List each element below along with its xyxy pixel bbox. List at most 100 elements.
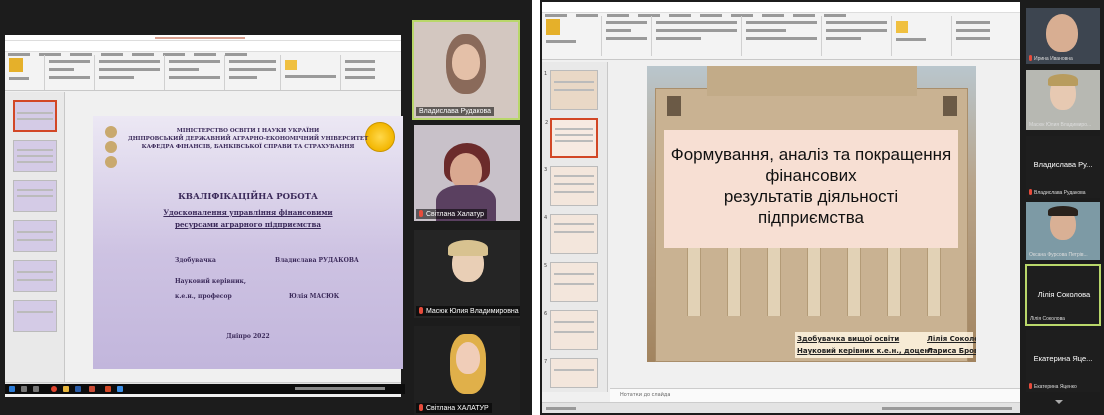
participant-name: Світлана ХАЛАТУР bbox=[426, 405, 489, 412]
participant-display-name: Лілія Соколова bbox=[1037, 290, 1091, 299]
thumbnail-slide-6[interactable]: 6 bbox=[544, 310, 598, 350]
participant-name-tag: Світлана ХАЛАТУР bbox=[416, 403, 492, 413]
participant-name: Масюк Юлия Владимировна bbox=[426, 308, 519, 315]
zoom-icon[interactable] bbox=[117, 386, 123, 392]
status-bar bbox=[542, 402, 1020, 413]
advisor-label: Науковий керівник к.е.н., доцент bbox=[797, 347, 934, 355]
participant-name: Масюк Юлия Владимиро... bbox=[1029, 122, 1092, 128]
right-conference-screenshot: 1 2 3 4 5 6 7 Нотатки до слайда Формуван… bbox=[540, 0, 1104, 415]
participant-tile-r3[interactable]: Владислава Ру... Владислава Рудакова bbox=[1026, 136, 1100, 198]
advisor-label-2: к.е.н., професор bbox=[175, 293, 232, 300]
participant-tile-2[interactable]: Світлана Халатур bbox=[414, 125, 520, 221]
chrome-icon[interactable] bbox=[51, 386, 57, 392]
face bbox=[450, 153, 482, 189]
title-plate: Формування, аналіз та покращення фінансо… bbox=[664, 130, 958, 248]
participant-tile-1[interactable]: Владислава Рудакова bbox=[412, 20, 520, 120]
main-slide-left: МІНІСТЕРСТВО ОСВІТИ І НАУКИ УКРАЇНИ ДНІП… bbox=[93, 116, 403, 369]
participant-name: Екатерина Яценко bbox=[1034, 384, 1077, 390]
thumbnail-slide-2[interactable] bbox=[13, 140, 57, 172]
ppt-ribbon[interactable] bbox=[5, 41, 401, 91]
slide-thumbnails[interactable]: 1 2 3 4 5 6 7 bbox=[542, 62, 608, 392]
notes-pane[interactable]: Нотатки до слайда bbox=[610, 388, 1020, 402]
face bbox=[452, 44, 480, 80]
word-icon[interactable] bbox=[75, 386, 81, 392]
slide-title: КВАЛІФІКАЦІЙНА РОБОТА bbox=[178, 192, 318, 202]
participant-subname: Екатерина Яценко bbox=[1029, 383, 1077, 390]
window bbox=[667, 96, 681, 116]
participant-name: Лілія Соколова bbox=[1030, 316, 1065, 322]
applicant-name: Владислава РУДАКОВА bbox=[275, 257, 359, 264]
thumbnail-slide-4[interactable] bbox=[13, 220, 57, 252]
hair bbox=[1048, 206, 1078, 216]
thumbnail-slide-1[interactable] bbox=[13, 100, 57, 132]
applicant-name: Лілія Соколова bbox=[927, 335, 976, 343]
participant-subname: Ирина Ивановна bbox=[1029, 55, 1073, 62]
thumbnail-slide-7[interactable]: 7 bbox=[544, 358, 598, 388]
thumbnail-slide-6[interactable] bbox=[13, 300, 57, 332]
title-line-1: Формування, аналіз та покращення bbox=[670, 145, 952, 164]
title-line-3: результатів діяльності bbox=[723, 187, 899, 206]
participant-tile-r6[interactable]: Екатерина Яце... Екатерина Яценко bbox=[1026, 330, 1100, 392]
participant-name: Владислава Рудакова bbox=[1034, 190, 1086, 196]
left-conference-screenshot: МІНІСТЕРСТВО ОСВІТИ І НАУКИ УКРАЇНИ ДНІП… bbox=[0, 0, 532, 415]
thumbnail-slide-1[interactable]: 1 bbox=[544, 70, 598, 110]
windows-taskbar[interactable] bbox=[5, 384, 405, 394]
search-icon[interactable] bbox=[21, 386, 27, 392]
applicant-label: Здобувачка bbox=[175, 257, 216, 264]
participant-subname: Оксана Фурсова Петрів... bbox=[1029, 252, 1088, 258]
subtitle-line-2: ресурсами аграрного підприємства bbox=[175, 220, 321, 229]
participant-tile-r4[interactable]: Оксана Фурсова Петрів... bbox=[1026, 202, 1100, 260]
hair bbox=[1048, 74, 1078, 86]
participant-name-tag: Владислава Рудакова bbox=[416, 107, 495, 116]
advisor-name: Лариса Бровко bbox=[927, 347, 976, 355]
tray-icons[interactable] bbox=[295, 387, 385, 390]
mic-muted-icon bbox=[419, 210, 423, 217]
participant-tile-r5[interactable]: Лілія Соколова Лілія Соколова bbox=[1025, 264, 1101, 326]
thumbnail-slide-2[interactable]: 2 bbox=[545, 118, 598, 158]
subtitle-line-1: Удосконалення управління фінансовими bbox=[163, 208, 333, 217]
participant-subname: Масюк Юлия Владимиро... bbox=[1029, 122, 1091, 128]
task-view-icon[interactable] bbox=[33, 386, 39, 392]
participant-name: Ирина Ивановна bbox=[1034, 56, 1073, 62]
thumbnail-slide-3[interactable]: 3 bbox=[544, 166, 598, 206]
powerpoint-icon[interactable] bbox=[105, 386, 111, 392]
participant-name-tag: Масюк Юлия Владимировна bbox=[416, 306, 520, 316]
advisor-label-1: Науковий керівник, bbox=[175, 278, 246, 285]
main-slide-right: Формування, аналіз та покращення фінансо… bbox=[647, 66, 976, 362]
ministry-line-1: МІНІСТЕРСТВО ОСВІТИ І НАУКИ УКРАЇНИ bbox=[176, 128, 320, 134]
roof bbox=[707, 66, 917, 96]
title-line-2: фінансових bbox=[765, 166, 857, 185]
participant-name: Оксана Фурсова Петрів... bbox=[1029, 252, 1088, 258]
participant-display-name: Екатерина Яце... bbox=[1033, 354, 1093, 363]
mic-muted-icon bbox=[1029, 383, 1032, 389]
app-icon[interactable] bbox=[89, 386, 95, 392]
participant-tile-4[interactable]: Світлана ХАЛАТУР bbox=[414, 326, 520, 415]
hair bbox=[448, 240, 488, 256]
advisor-name: Юлія МАСЮК bbox=[289, 293, 340, 300]
participant-subname: Владислава Рудакова bbox=[1029, 189, 1085, 196]
participant-name: Владислава Рудакова bbox=[419, 108, 492, 115]
slide-thumbnails[interactable] bbox=[5, 92, 65, 382]
mic-muted-icon bbox=[419, 404, 423, 411]
thumbnail-slide-5[interactable] bbox=[13, 260, 57, 292]
thumbnail-slide-3[interactable] bbox=[13, 180, 57, 212]
scroll-down-chevron-icon[interactable] bbox=[1055, 400, 1063, 404]
explorer-icon[interactable] bbox=[63, 386, 69, 392]
participant-name: Світлана Халатур bbox=[426, 211, 485, 218]
participant-tile-r2[interactable]: Масюк Юлия Владимиро... bbox=[1026, 70, 1100, 130]
window bbox=[943, 96, 957, 116]
participant-video bbox=[1046, 14, 1078, 52]
participant-tile-r1[interactable]: Ирина Ивановна bbox=[1026, 8, 1100, 64]
thumbnail-slide-4[interactable]: 4 bbox=[544, 214, 598, 254]
thumbnail-slide-5[interactable]: 5 bbox=[544, 262, 598, 302]
ministry-line-2: ДНІПРОВСЬКИЙ ДЕРЖАВНИЙ АГРАРНО-ЕКОНОМІЧН… bbox=[127, 136, 369, 142]
start-icon[interactable] bbox=[9, 386, 15, 392]
mic-muted-icon bbox=[419, 307, 423, 314]
mic-muted-icon bbox=[1029, 189, 1032, 195]
mic-muted-icon bbox=[1029, 55, 1032, 61]
participant-subname: Лілія Соколова bbox=[1030, 316, 1065, 322]
ppt-ribbon[interactable] bbox=[542, 2, 1020, 60]
city-year: Дніпро 2022 bbox=[226, 333, 270, 340]
participant-tile-3[interactable]: Масюк Юлия Владимировна bbox=[414, 230, 520, 318]
participant-name-tag: Світлана Халатур bbox=[416, 209, 488, 219]
